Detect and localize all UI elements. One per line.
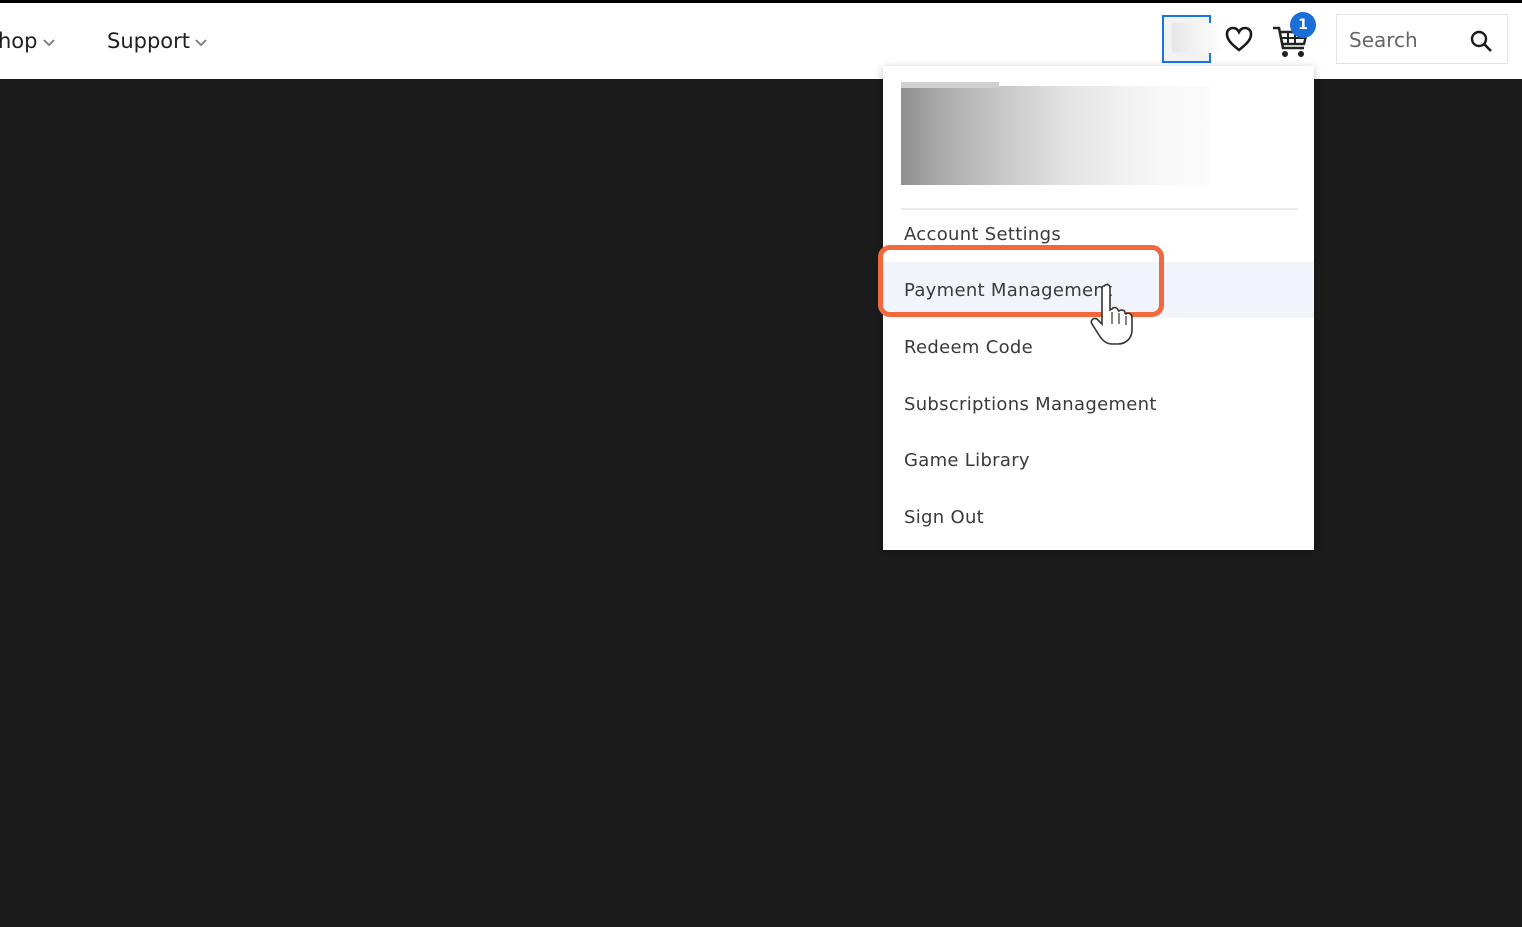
search-box[interactable] (1336, 14, 1508, 64)
nav-shop-label: hop (0, 29, 38, 53)
menu-item-game-library[interactable]: Game Library (883, 432, 1314, 488)
profile-card-top (901, 82, 999, 88)
avatar-image (1172, 23, 1226, 53)
chevron-down-icon (195, 39, 207, 47)
profile-card-image (901, 82, 1211, 185)
search-icon[interactable] (1469, 29, 1493, 53)
menu-item-redeem-code[interactable]: Redeem Code (883, 319, 1314, 375)
menu-item-label: Sign Out (904, 506, 985, 528)
menu-item-sign-out[interactable]: Sign Out (883, 489, 1314, 545)
menu-item-label: Subscriptions Management (904, 393, 1157, 415)
account-dropdown-menu: Account Settings Payment Management Rede… (883, 66, 1314, 550)
wishlist-heart-icon[interactable] (1224, 24, 1254, 54)
cart-count-badge: 1 (1290, 12, 1316, 38)
menu-item-payment-management[interactable]: Payment Management (883, 262, 1314, 318)
nav-support-label: Support (107, 29, 191, 53)
menu-item-label: Account Settings (904, 223, 1062, 245)
account-avatar-button[interactable] (1162, 15, 1226, 63)
chevron-down-icon (42, 39, 55, 47)
menu-item-label: Payment Management (904, 279, 1113, 301)
nav-shop[interactable]: hop (0, 25, 56, 57)
menu-item-label: Redeem Code (904, 336, 1033, 358)
menu-item-subscriptions-management[interactable]: Subscriptions Management (883, 376, 1314, 432)
menu-item-account-settings[interactable]: Account Settings (883, 206, 1314, 262)
nav-support[interactable]: Support (107, 25, 208, 57)
search-input[interactable] (1347, 21, 1461, 59)
menu-item-label: Game Library (904, 449, 1030, 471)
